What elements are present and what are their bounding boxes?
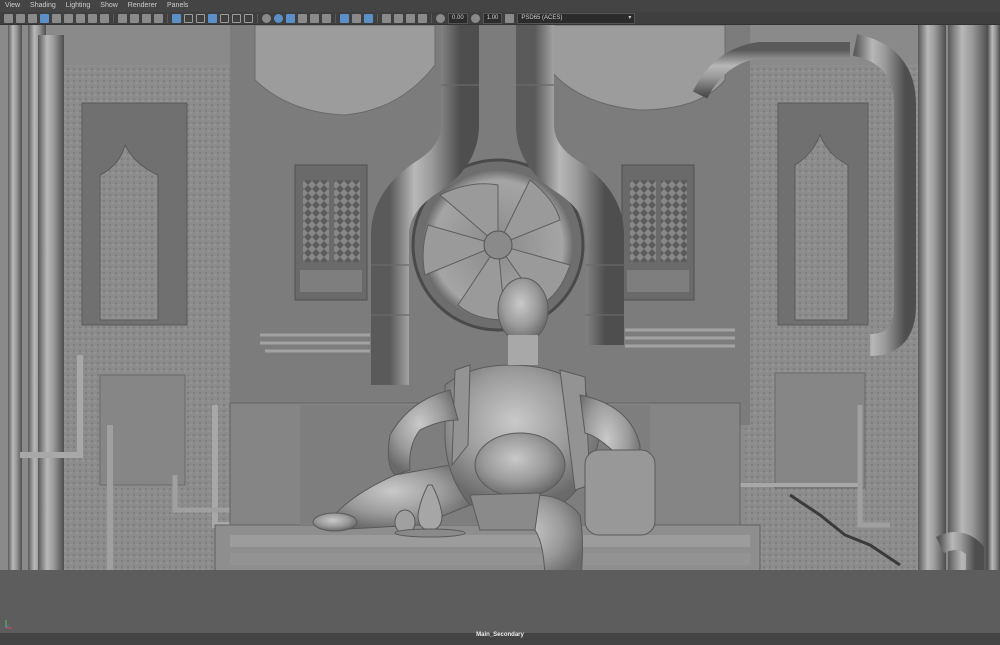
camera-name-label: Main_Secondary <box>476 632 524 638</box>
smooth-shade-icon[interactable] <box>184 13 193 23</box>
safe-action-icon[interactable] <box>118 13 127 23</box>
view-transform-value: PSD65 (ACES) <box>521 14 563 21</box>
cursor-icon[interactable] <box>382 13 391 23</box>
use-all-lights-icon[interactable] <box>220 13 229 23</box>
panel-menu-bar: View Shading Lighting Show Renderer Pane… <box>0 0 1000 12</box>
safe-title-icon[interactable] <box>130 13 139 23</box>
toolbar-separator <box>335 13 336 23</box>
grease-pencil-icon[interactable] <box>154 13 163 23</box>
textured-icon[interactable] <box>208 13 217 23</box>
xray-icon[interactable] <box>310 13 319 23</box>
toolbar-separator <box>257 13 258 23</box>
panel-toolbar: 0.00 1.00 PSD65 (ACES) ▾ <box>0 12 1000 25</box>
ambient-occlusion-icon[interactable] <box>244 13 253 23</box>
xray-joints-icon[interactable] <box>322 13 331 23</box>
viewport-scene <box>0 25 1000 633</box>
motion-blur-icon[interactable] <box>262 13 271 23</box>
isolate-select-icon[interactable] <box>298 13 307 23</box>
gate-mask-icon[interactable] <box>88 13 97 23</box>
playblast-icon[interactable] <box>418 13 427 23</box>
menu-lighting[interactable]: Lighting <box>61 0 96 12</box>
3d-viewport[interactable] <box>0 25 1000 633</box>
film-gate-icon[interactable] <box>64 13 73 23</box>
image-plane-icon[interactable] <box>40 13 49 23</box>
menu-shading[interactable]: Shading <box>25 0 61 12</box>
camera-view-icon[interactable] <box>394 13 403 23</box>
gamma-field[interactable]: 1.00 <box>482 12 503 24</box>
view-transform-select[interactable]: PSD65 (ACES) ▾ <box>517 12 636 24</box>
pan-zoom-icon[interactable] <box>142 13 151 23</box>
gamma-icon[interactable] <box>470 13 480 23</box>
hud-icon[interactable] <box>364 13 373 23</box>
menu-view[interactable]: View <box>0 0 25 12</box>
wireframe-on-shaded-icon[interactable] <box>196 13 205 23</box>
toolbar-separator <box>113 13 114 23</box>
select-camera-icon[interactable] <box>4 13 13 23</box>
exposure-field[interactable]: 0.00 <box>448 12 468 24</box>
backface-culling-icon[interactable] <box>352 13 361 23</box>
menu-show[interactable]: Show <box>95 0 123 12</box>
toolbar-separator <box>377 13 378 23</box>
color-management-icon[interactable] <box>505 13 515 23</box>
menu-renderer[interactable]: Renderer <box>123 0 162 12</box>
camera-attributes-icon[interactable] <box>16 13 25 23</box>
depth-of-field-icon[interactable] <box>286 13 295 23</box>
shadows-icon[interactable] <box>232 13 241 23</box>
wireframe-icon[interactable] <box>172 13 181 23</box>
anti-aliasing-icon[interactable] <box>274 13 283 23</box>
toolbar-separator <box>167 13 168 23</box>
view-axis-icon <box>5 620 12 629</box>
bookmark-icon[interactable] <box>28 13 37 23</box>
resolution-gate-icon[interactable] <box>76 13 85 23</box>
field-chart-icon[interactable] <box>100 13 109 23</box>
chevron-down-icon: ▾ <box>628 14 632 21</box>
toolbar-separator <box>431 13 432 23</box>
grid-icon[interactable] <box>52 13 61 23</box>
snapshot-icon[interactable] <box>406 13 415 23</box>
menu-panels[interactable]: Panels <box>162 0 193 12</box>
exposure-icon[interactable] <box>436 13 445 23</box>
xray-active-icon[interactable] <box>340 13 349 23</box>
